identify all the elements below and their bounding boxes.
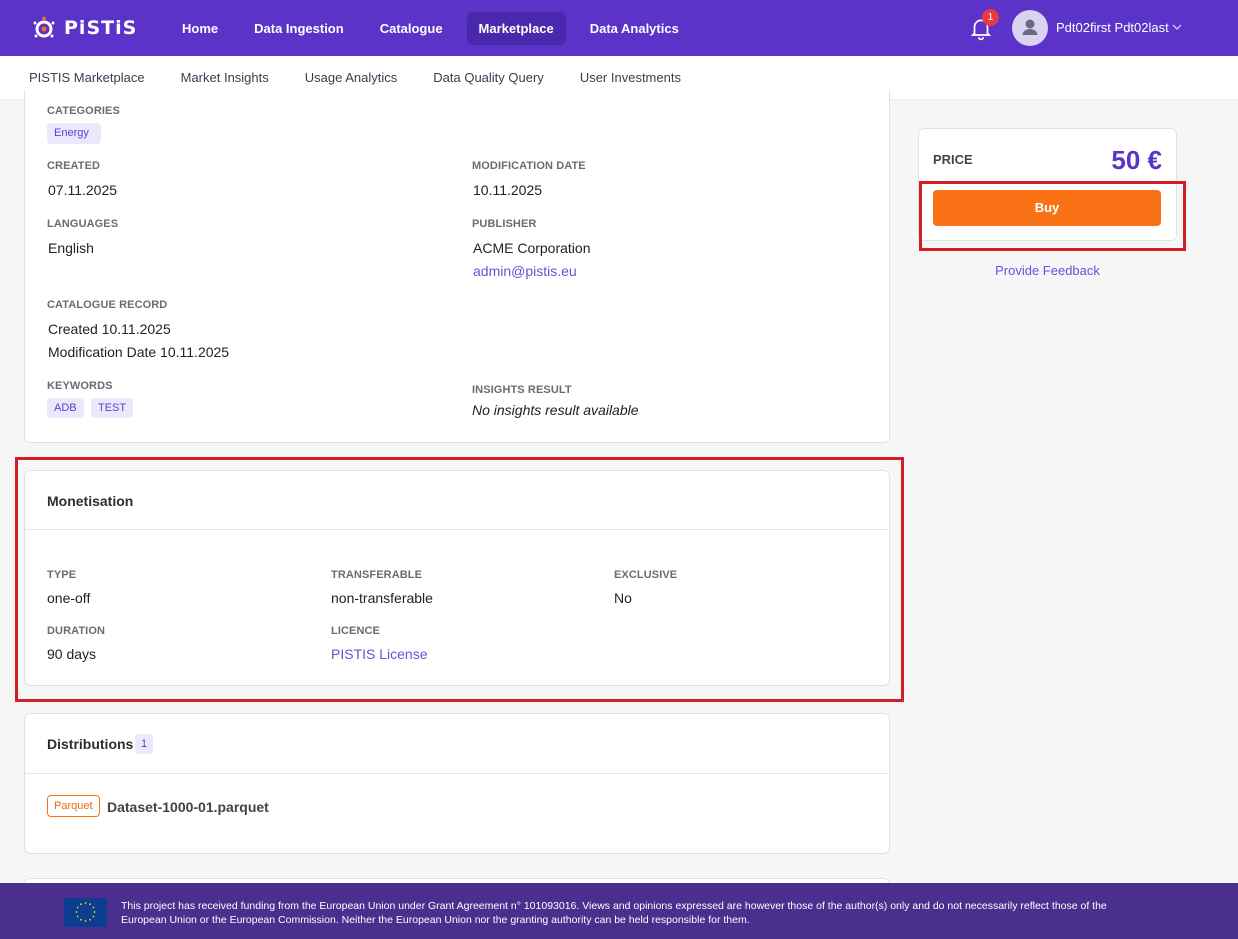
publisher-value: ACME Corporation — [473, 240, 591, 256]
subnav-market-insights[interactable]: Market Insights — [181, 70, 269, 85]
subnav-pistis-marketplace[interactable]: PISTIS Marketplace — [29, 70, 145, 85]
logo-text: PiSTiS — [64, 17, 138, 39]
publisher-email-link[interactable]: admin@pistis.eu — [473, 263, 577, 279]
modification-date-label: MODIFICATION DATE — [472, 160, 586, 172]
catalogue-modified: Modification Date 10.11.2025 — [48, 344, 230, 360]
subnav-data-quality-query[interactable]: Data Quality Query — [433, 70, 544, 85]
eu-flag-icon — [64, 898, 107, 927]
monetisation-highlight-box — [15, 457, 904, 702]
pistis-logo-icon — [33, 16, 55, 38]
keyword-tag[interactable]: ADB — [47, 398, 84, 418]
footer: This project has received funding from t… — [0, 883, 1238, 939]
distributions-card: Distributions 1 Parquet Dataset-1000-01.… — [24, 713, 890, 854]
notifications-button[interactable]: 1 — [968, 9, 999, 41]
languages-label: LANGUAGES — [47, 218, 119, 230]
nav-data-ingestion[interactable]: Data Ingestion — [242, 12, 356, 45]
distributions-count-badge: 1 — [135, 734, 153, 754]
chevron-down-icon[interactable] — [1170, 20, 1184, 34]
publisher-label: PUBLISHER — [472, 218, 537, 230]
user-icon — [1022, 19, 1038, 35]
languages-value: English — [48, 240, 94, 256]
username[interactable]: Pdt02first Pdt02last — [1056, 20, 1169, 35]
keyword-tag[interactable]: TEST — [91, 398, 134, 418]
footer-funding-text: This project has received funding from t… — [121, 900, 1107, 926]
insights-result-value: No insights result available — [472, 402, 639, 418]
buy-highlight-box — [919, 181, 1186, 251]
dataset-details-card: CATEGORIES Energy CREATED 07.11.2025 MOD… — [24, 90, 890, 443]
nav-data-analytics[interactable]: Data Analytics — [578, 12, 691, 45]
distribution-name[interactable]: Dataset-1000-01.parquet — [107, 799, 269, 815]
notification-badge: 1 — [982, 9, 999, 26]
catalogue-created: Created 10.11.2025 — [48, 321, 171, 337]
price-label: PRICE — [933, 152, 973, 167]
nav-marketplace[interactable]: Marketplace — [466, 11, 566, 45]
insights-result-label: INSIGHTS RESULT — [472, 384, 572, 396]
distributions-title: Distributions — [47, 736, 134, 752]
format-tag: Parquet — [47, 795, 100, 817]
nav-catalogue[interactable]: Catalogue — [368, 12, 455, 45]
subnav-usage-analytics[interactable]: Usage Analytics — [305, 70, 398, 85]
category-tag[interactable]: Energy — [47, 123, 101, 144]
categories-label: CATEGORIES — [47, 105, 120, 117]
price-value: 50 € — [1111, 145, 1162, 175]
subnav-user-investments[interactable]: User Investments — [580, 70, 681, 85]
avatar[interactable] — [1012, 10, 1048, 46]
created-label: CREATED — [47, 160, 101, 172]
created-value: 07.11.2025 — [48, 182, 118, 198]
main-nav: Home Data Ingestion Catalogue Marketplac… — [170, 11, 703, 45]
card-divider — [25, 773, 889, 774]
modification-date-value: 10.11.2025 — [473, 182, 543, 198]
nav-home[interactable]: Home — [170, 12, 230, 45]
top-navbar: PiSTiS Home Data Ingestion Catalogue Mar… — [0, 0, 1238, 56]
provide-feedback-link[interactable]: Provide Feedback — [918, 263, 1177, 278]
catalogue-record-label: CATALOGUE RECORD — [47, 299, 168, 311]
logo[interactable]: PiSTiS — [32, 16, 152, 40]
keywords-label: KEYWORDS — [47, 380, 113, 392]
